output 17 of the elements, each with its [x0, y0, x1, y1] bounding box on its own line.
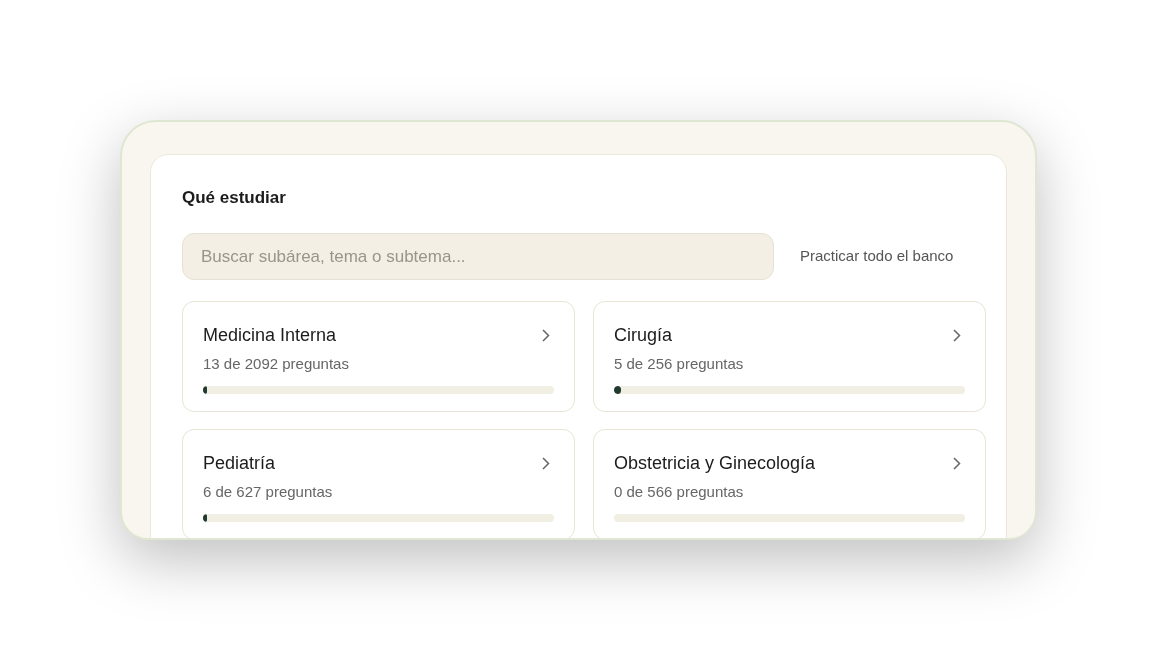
subject-card[interactable]: Medicina Interna 13 de 2092 preguntas [182, 301, 575, 412]
subject-name: Pediatría [203, 452, 276, 474]
question-count: 6 de 627 preguntas [203, 482, 334, 502]
question-count: 13 de 2092 preguntas [203, 354, 350, 374]
chevron-right-icon [542, 456, 550, 470]
question-count: 0 de 566 preguntas [614, 482, 745, 502]
subject-card[interactable]: Cirugía 5 de 256 preguntas [593, 301, 986, 412]
subject-name: Cirugía [614, 324, 673, 346]
subject-name: Obstetricia y Ginecología [614, 452, 816, 474]
chevron-right-icon [542, 328, 550, 342]
practice-all-link[interactable]: Practicar todo el banco [800, 245, 954, 268]
subject-name: Medicina Interna [203, 324, 337, 346]
chevron-right-icon [953, 328, 961, 342]
chevron-right-icon [953, 456, 961, 470]
search-field[interactable]: Buscar subárea, tema o subtema... [182, 233, 774, 280]
section-title: Qué estudiar [182, 187, 287, 209]
question-count: 5 de 256 preguntas [614, 354, 745, 374]
